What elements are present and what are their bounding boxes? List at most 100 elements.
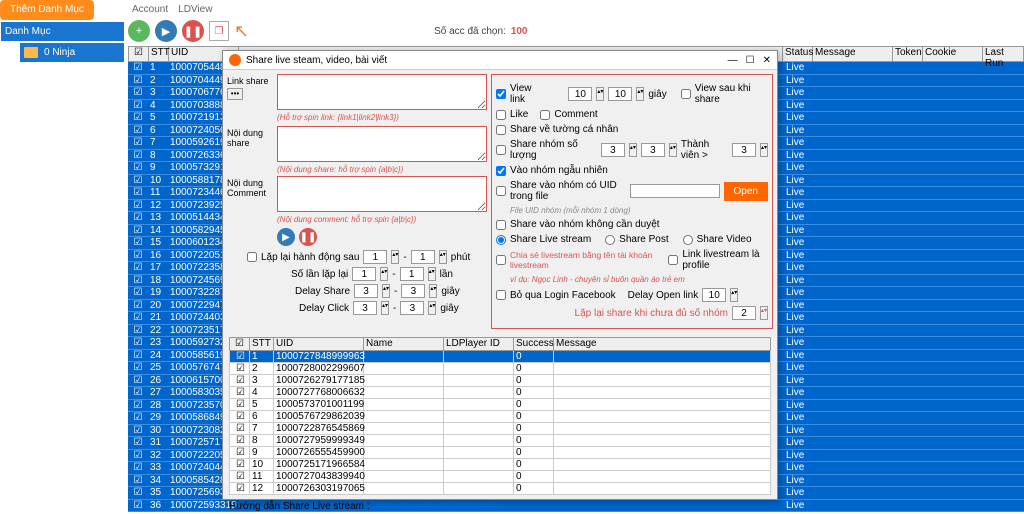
sidebar-item-danhmuc[interactable]: Danh Mục [1, 22, 124, 41]
tab-ldview[interactable]: LDView [178, 4, 212, 15]
guide-label: Hướng dẫn Share Live stream : [229, 501, 370, 512]
sub-table-row[interactable]: ☑510005737010011990 [229, 399, 771, 411]
nd-comment-input[interactable] [277, 176, 487, 212]
sub-table-row[interactable]: ☑610005767298620390 [229, 411, 771, 423]
pause-button[interactable]: ❚❚ [182, 20, 204, 42]
share-dialog: Share live steam, video, bài viết — ☐ ✕ … [222, 50, 778, 500]
open-button[interactable]: Open [724, 182, 768, 201]
sub-table-row[interactable]: ☑910007265554599000 [229, 447, 771, 459]
spinner[interactable]: ▴▾ [636, 87, 644, 101]
sub-table-row[interactable]: ☑110007278489999630 [229, 351, 771, 363]
like-checkbox[interactable] [496, 110, 506, 120]
spinner[interactable]: ▴▾ [596, 87, 604, 101]
tab-account[interactable]: Account [132, 4, 168, 15]
dialog-left-panel: Link share (Hỗ trợ spin link: {link1|lin… [227, 74, 487, 329]
spinner[interactable]: ▴▾ [428, 301, 436, 315]
spinner[interactable]: ▴▾ [760, 143, 768, 157]
thanhvien-input[interactable] [732, 143, 756, 157]
collapse-button[interactable]: ••• [227, 88, 243, 100]
viewlink-max[interactable] [608, 87, 632, 101]
nd-share-input[interactable] [277, 126, 487, 162]
file-hint: File UID nhóm (mỗi nhóm 1 dòng) [510, 206, 768, 215]
chiase-hint: ví dụ: Ngọc Linh - chuyên sỉ buôn quần á… [510, 275, 768, 284]
comment-checkbox[interactable] [540, 110, 550, 120]
sidebar: Danh Mục 0 Ninja [0, 20, 125, 64]
delay-click-min[interactable] [353, 301, 377, 315]
col-stt: STT [149, 47, 169, 61]
count-label: Số lần lặp lại [291, 269, 348, 280]
vaonhom-checkbox[interactable] [496, 166, 506, 176]
sub-table-row[interactable]: ☑1210007263031970650 [229, 483, 771, 495]
folder-icon [24, 47, 38, 58]
sharelive-radio[interactable] [496, 235, 506, 245]
viewlink-checkbox[interactable] [496, 89, 506, 99]
count-min-input[interactable] [352, 267, 376, 281]
repeat-max-input[interactable] [411, 250, 435, 264]
spinner[interactable]: ▴▾ [629, 143, 637, 157]
nhom-max[interactable] [641, 143, 665, 157]
sub-table-row[interactable]: ☑210007280022996070 [229, 363, 771, 375]
repeat-checkbox[interactable] [247, 252, 257, 262]
sub-header-checkbox[interactable]: ☑ [230, 338, 250, 350]
sub-table-row[interactable]: ☑310007262791771850 [229, 375, 771, 387]
spinner[interactable]: ▴▾ [381, 301, 389, 315]
delay-share-min[interactable] [354, 284, 378, 298]
spinner[interactable]: ▴▾ [669, 143, 677, 157]
delay-click-max[interactable] [400, 301, 424, 315]
sub-table-row[interactable]: ☑810007279599993490 [229, 435, 771, 447]
sub-table: ☑ STT UID Name LDPlayer ID Success Messa… [229, 337, 771, 495]
spinner[interactable]: ▴▾ [380, 267, 388, 281]
boqua-checkbox[interactable] [496, 290, 506, 300]
device-button[interactable]: ❐ [209, 21, 229, 41]
spinner[interactable]: ▴▾ [760, 306, 768, 320]
laplaishare-input[interactable] [732, 306, 756, 320]
delayopen-input[interactable] [702, 288, 726, 302]
play-button[interactable]: ▶ [155, 20, 177, 42]
header-checkbox[interactable]: ☑ [129, 47, 149, 61]
khongduyet-checkbox[interactable] [496, 220, 506, 230]
spinner[interactable]: ▴▾ [429, 284, 437, 298]
delay-share-max[interactable] [401, 284, 425, 298]
close-button[interactable]: ✕ [763, 55, 771, 66]
dialog-titlebar: Share live steam, video, bài viết — ☐ ✕ [223, 51, 777, 70]
viewsau-checkbox[interactable] [681, 89, 691, 99]
sharevaonhom-checkbox[interactable] [496, 186, 506, 196]
viewlink-min[interactable] [568, 87, 592, 101]
sub-table-row[interactable]: ☑1010007251719665840 [229, 459, 771, 471]
add-button[interactable]: + [128, 20, 150, 42]
sharepost-radio[interactable] [605, 235, 615, 245]
nd-comment-hint: (Nội dung comment: hỗ trợ spin {a|b|c}) [277, 215, 487, 224]
chiase-checkbox[interactable] [496, 255, 506, 265]
count-max-input[interactable] [400, 267, 424, 281]
spinner[interactable]: ▴▾ [730, 288, 738, 302]
minimize-button[interactable]: — [728, 55, 738, 66]
toolbar: + ▶ ❚❚ ❐ ↖ Số acc đã chọn: 100 [128, 20, 1024, 42]
sub-table-row[interactable]: ☑710007228765458690 [229, 423, 771, 435]
repeat-min-input[interactable] [363, 250, 387, 264]
col-lastrun: Last Run [983, 47, 1023, 61]
spinner[interactable]: ▴▾ [391, 250, 399, 264]
nd-share-label: Nội dung share [227, 126, 277, 174]
cursor-icon[interactable]: ↖ [234, 21, 249, 42]
viewlink-label: View link [510, 83, 544, 105]
dialog-play-button[interactable]: ▶ [277, 228, 295, 246]
spinner[interactable]: ▴▾ [439, 250, 447, 264]
linkprofile-checkbox[interactable] [668, 255, 678, 265]
dialog-pause-button[interactable]: ❚❚ [299, 228, 317, 246]
link-share-input[interactable] [277, 74, 487, 110]
spinner[interactable]: ▴▾ [382, 284, 390, 298]
uid-file-input[interactable] [630, 184, 720, 198]
sub-table-row[interactable]: ☑410007277680066320 [229, 387, 771, 399]
link-share-hint: (Hỗ trợ spin link: {link1|link2|link3}) [277, 113, 487, 122]
add-category-button[interactable]: Thêm Danh Mục [0, 0, 94, 20]
nhom-min[interactable] [601, 143, 625, 157]
spinner[interactable]: ▴▾ [428, 267, 436, 281]
col-token: Token [893, 47, 923, 61]
sidebar-item-ninja[interactable]: 0 Ninja [20, 43, 124, 62]
sharenhom-checkbox[interactable] [496, 145, 506, 155]
tabs: Account LDView [128, 0, 216, 19]
sharevideo-radio[interactable] [683, 235, 693, 245]
sharetuong-checkbox[interactable] [496, 125, 506, 135]
maximize-button[interactable]: ☐ [746, 55, 755, 66]
sub-table-row[interactable]: ☑1110007270438399400 [229, 471, 771, 483]
